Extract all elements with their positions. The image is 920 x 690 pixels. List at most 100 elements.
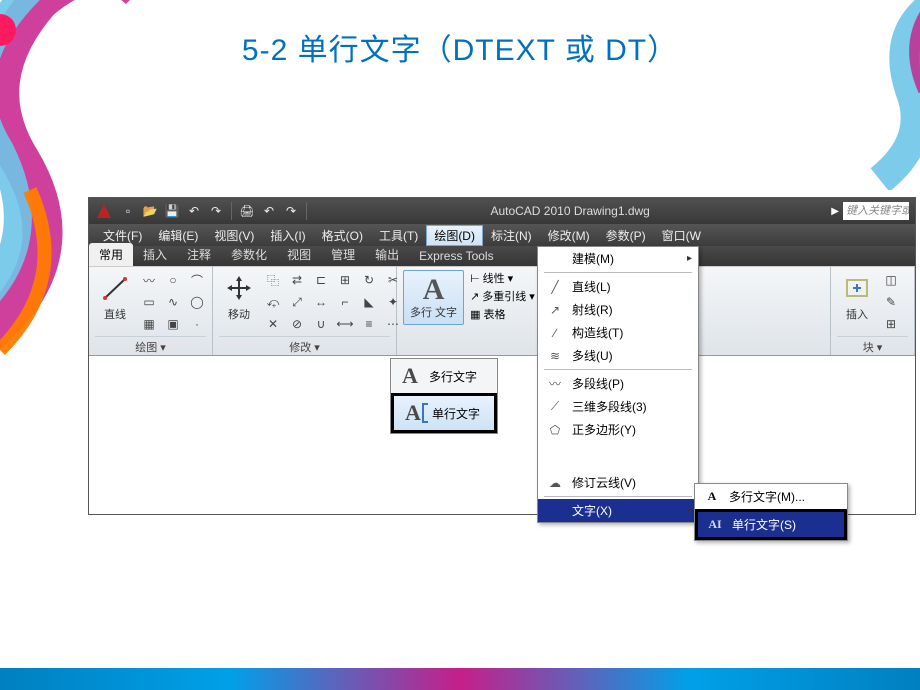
panel-draw: 直线 〰 ○ ⌒ ▭ ∿ ◯ ▦ ▣ · 绘图 ▾	[89, 267, 213, 355]
mleader-button[interactable]: ↗多重引线 ▾	[470, 288, 535, 304]
insert-block-label: 插入	[846, 306, 868, 322]
table-icon: ▦	[470, 308, 480, 321]
flyout-dtext[interactable]: A 单行文字	[391, 393, 497, 433]
circle-icon[interactable]: ○	[162, 270, 184, 290]
qnew-icon[interactable]: ▫	[119, 202, 137, 220]
menu-parametric[interactable]: 参数(P)	[598, 225, 654, 246]
mtext-split-button[interactable]: A 多行 文字	[403, 270, 464, 325]
redo2-icon[interactable]: ↷	[282, 202, 300, 220]
autocad-window: ▫ 📂 💾 ↶ ↷ 🖨 ↶ ↷ AutoCAD 2010 Drawing1.dw…	[88, 197, 916, 515]
stretch-icon[interactable]: ↔	[310, 292, 332, 312]
menu-line[interactable]: ╱直线(L)	[538, 275, 698, 298]
submenu-dtext[interactable]: AI 单行文字(S)	[695, 509, 847, 540]
ribbon: 直线 〰 ○ ⌒ ▭ ∿ ◯ ▦ ▣ · 绘图 ▾	[89, 266, 915, 356]
menu-modify[interactable]: 修改(M)	[540, 225, 598, 246]
print-icon[interactable]: 🖨	[238, 202, 256, 220]
line-icon	[99, 272, 131, 304]
rotate-icon[interactable]: ↻	[358, 270, 380, 290]
block-attr-icon[interactable]: ⊞	[880, 314, 902, 334]
slide-title: 5-2 单行文字（DTEXT 或 DT）	[0, 25, 920, 69]
ellipse-icon[interactable]: ◯	[186, 292, 208, 312]
mtext-label: 多行 文字	[410, 307, 457, 320]
mtext-icon: A	[397, 363, 423, 389]
scale-icon[interactable]: ⤢	[286, 292, 308, 312]
menu-3dpoly[interactable]: ⟋三维多段线(3)	[538, 395, 698, 418]
dtext-icon: A	[400, 400, 426, 426]
submenu-mtext[interactable]: A多行文字(M)...	[695, 484, 847, 509]
hatch-icon[interactable]: ▦	[138, 314, 160, 334]
redo-icon[interactable]: ↷	[207, 202, 225, 220]
revcloud-icon: ☁	[546, 475, 564, 491]
help-search-input[interactable]: 键入关键字或	[843, 202, 909, 220]
menu-modeling[interactable]: 建模(M)	[538, 247, 698, 270]
ribbon-tab-view[interactable]: 视图	[277, 243, 321, 266]
mirror-icon[interactable]: ⇄	[286, 270, 308, 290]
join-icon[interactable]: ∪	[310, 314, 332, 334]
offset-icon[interactable]: ⊏	[310, 270, 332, 290]
undo2-icon[interactable]: ↶	[260, 202, 278, 220]
menu-window[interactable]: 窗口(W	[654, 225, 709, 246]
point-icon[interactable]: ·	[186, 314, 208, 334]
dimlinear-icon: ⊢	[470, 272, 480, 285]
flyout-dtext-label: 单行文字	[432, 405, 480, 422]
menu-xline[interactable]: ∕构造线(T)	[538, 321, 698, 344]
region-icon[interactable]: ▣	[162, 314, 184, 334]
move-label: 移动	[228, 306, 250, 322]
move-icon	[223, 272, 255, 304]
ribbon-tab-express[interactable]: Express Tools	[409, 246, 503, 266]
extend-icon[interactable]: ⤽	[262, 292, 284, 312]
panel-block: 插入 ◫ ✎ ⊞ 块 ▾	[831, 267, 915, 355]
menu-draw[interactable]: 绘图(D)	[426, 225, 483, 246]
break-icon[interactable]: ⊘	[286, 314, 308, 334]
ribbon-tab-output[interactable]: 输出	[365, 243, 409, 266]
lengthen-icon[interactable]: ⟷	[334, 314, 356, 334]
menu-mline[interactable]: ≋多线(U)	[538, 344, 698, 367]
ribbon-tab-annotate[interactable]: 注释	[177, 243, 221, 266]
line-button[interactable]: 直线	[95, 270, 135, 324]
array-icon[interactable]: ⊞	[334, 270, 356, 290]
titlebar: ▫ 📂 💾 ↶ ↷ 🖨 ↶ ↷ AutoCAD 2010 Drawing1.dw…	[89, 198, 915, 224]
app-logo[interactable]	[95, 202, 113, 220]
open-icon[interactable]: 📂	[141, 202, 159, 220]
block-create-icon[interactable]: ◫	[880, 270, 902, 290]
menu-text[interactable]: 文字(X)	[538, 499, 698, 522]
table-button[interactable]: ▦表格	[470, 306, 535, 322]
ribbon-tab-insert[interactable]: 插入	[133, 243, 177, 266]
erase-icon[interactable]: ✕	[262, 314, 284, 334]
ray-icon: ↗	[546, 302, 564, 318]
save-icon[interactable]: 💾	[163, 202, 181, 220]
text-flyout: A 多行文字 A 单行文字	[390, 358, 498, 434]
polygon-icon: ⬠	[546, 422, 564, 438]
menu-pline[interactable]: 〰多段线(P)	[538, 372, 698, 395]
copy-icon[interactable]: ⿻	[262, 270, 284, 290]
arc-icon[interactable]: ⌒	[186, 270, 208, 290]
dimlinear-button[interactable]: ⊢线性 ▾	[470, 270, 535, 286]
xline-icon: ∕	[546, 325, 564, 341]
block-edit-icon[interactable]: ✎	[880, 292, 902, 312]
fillet-icon[interactable]: ⌐	[334, 292, 356, 312]
menu-polygon[interactable]: ⬠正多边形(Y)	[538, 418, 698, 441]
text-submenu: A多行文字(M)... AI 单行文字(S)	[694, 483, 848, 541]
flyout-mtext[interactable]: A 多行文字	[391, 359, 497, 393]
mtext-icon: A	[703, 489, 721, 505]
panel-block-title: 块	[863, 342, 874, 354]
menu-dimension[interactable]: 标注(N)	[483, 225, 540, 246]
menu-revcloud[interactable]: ☁修订云线(V)	[538, 471, 698, 494]
ribbon-tabstrip: 常用 插入 注释 参数化 视图 管理 输出 Express Tools	[89, 246, 915, 266]
spline-icon[interactable]: ∿	[162, 292, 184, 312]
ribbon-tab-home[interactable]: 常用	[89, 243, 133, 266]
align-icon[interactable]: ≡	[358, 314, 380, 334]
ribbon-tab-manage[interactable]: 管理	[321, 243, 365, 266]
move-button[interactable]: 移动	[219, 270, 259, 324]
panel-annotate: A 多行 文字 ⊢线性 ▾ ↗多重引线 ▾ ▦表格	[397, 267, 547, 355]
chamfer-icon[interactable]: ◣	[358, 292, 380, 312]
ribbon-tab-parametric[interactable]: 参数化	[221, 243, 277, 266]
insert-block-button[interactable]: 插入	[837, 270, 877, 324]
mtext-icon: A	[423, 275, 445, 305]
menu-ray[interactable]: ↗射线(R)	[538, 298, 698, 321]
undo-icon[interactable]: ↶	[185, 202, 203, 220]
panel-modify: 移动 ⿻ ⇄ ⊏ ⊞ ↻ ✂ ⤽ ⤢ ↔ ⌐ ◣ ✦ ✕ ⊘ ∪	[213, 267, 397, 355]
draw-menu-dropdown: 建模(M) ╱直线(L) ↗射线(R) ∕构造线(T) ≋多线(U) 〰多段线(…	[537, 246, 699, 523]
pline-icon[interactable]: 〰	[138, 270, 160, 290]
rect-icon[interactable]: ▭	[138, 292, 160, 312]
